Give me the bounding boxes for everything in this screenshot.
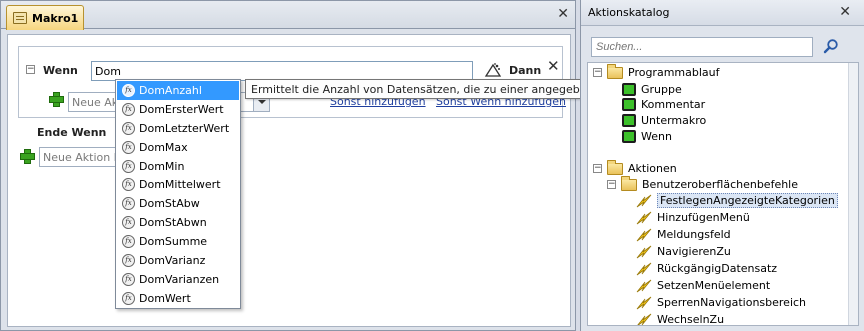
- autocomplete-list[interactable]: fx DomAnzahl fx DomErsterWert fx DomLetzter…: [115, 79, 241, 309]
- autocomplete-item[interactable]: fx DomWert: [117, 289, 239, 308]
- condition-input[interactable]: [91, 61, 473, 81]
- tree-item[interactable]: WechselnZu: [636, 311, 724, 325]
- autocomplete-item[interactable]: fx DomAnzahl: [117, 81, 239, 100]
- function-icon: fx: [122, 253, 135, 267]
- folder-icon: [607, 159, 623, 175]
- function-icon: fx: [122, 235, 135, 249]
- comment-icon: [622, 98, 636, 111]
- tree-item[interactable]: Kommentar: [622, 96, 705, 113]
- autocomplete-item[interactable]: fx DomMax: [117, 138, 239, 157]
- folder-icon: [607, 63, 623, 79]
- end-if-label: Ende Wenn: [37, 126, 107, 139]
- autocomplete-item[interactable]: fx DomErsterWert: [117, 100, 239, 119]
- macro-block-icon: [622, 83, 636, 96]
- action-icon: [636, 211, 652, 224]
- collapse-icon[interactable]: −: [593, 68, 602, 77]
- collapse-icon[interactable]: −: [593, 164, 602, 173]
- autocomplete-item[interactable]: fx DomMittelwert: [117, 175, 239, 194]
- function-icon: fx: [122, 197, 135, 211]
- function-icon: fx: [122, 272, 135, 286]
- search-icon[interactable]: [823, 38, 839, 54]
- action-icon: [636, 228, 652, 241]
- macro-icon: [13, 12, 27, 24]
- tree-item[interactable]: Wenn: [622, 128, 672, 145]
- macro-canvas: − Wenn Dann ✕ Neue Aktion hinzufügen Son…: [7, 34, 571, 327]
- function-icon: fx: [122, 178, 135, 192]
- action-icon: [636, 279, 652, 292]
- submacro-icon: [622, 114, 636, 127]
- action-icon: [636, 313, 652, 325]
- tree-label: Programmablauf: [628, 66, 720, 79]
- tree-item[interactable]: FestlegenAngezeigteKategorien: [636, 192, 838, 209]
- function-icon: fx: [122, 291, 135, 305]
- tree-group-programmablauf[interactable]: − Programmablauf: [593, 63, 720, 81]
- collapse-icon[interactable]: −: [26, 65, 35, 74]
- tree-item[interactable]: NavigierenZu: [636, 243, 731, 260]
- expression-builder-icon[interactable]: [484, 62, 502, 78]
- autocomplete-item[interactable]: fx DomVarianzen: [117, 270, 239, 289]
- action-icon: [636, 245, 652, 258]
- close-icon[interactable]: ✕: [557, 7, 569, 21]
- catalog-header: Aktionskatalog ✕: [581, 0, 864, 26]
- tree-item[interactable]: RückgängigDatensatz: [636, 260, 777, 277]
- add-action-icon[interactable]: [20, 149, 35, 164]
- action-icon: [636, 194, 652, 207]
- action-icon: [636, 262, 652, 275]
- tree-item[interactable]: Meldungsfeld: [636, 226, 731, 243]
- autocomplete-item[interactable]: fx DomSumme: [117, 232, 239, 251]
- autocomplete-item[interactable]: fx DomStAbwn: [117, 213, 239, 232]
- tab-makro1[interactable]: Makro1: [6, 5, 84, 30]
- add-action-icon[interactable]: [49, 92, 64, 107]
- action-catalog-pane: Aktionskatalog ✕ − Programmablauf Gruppe…: [580, 0, 864, 331]
- function-icon: fx: [122, 159, 135, 173]
- tree-item[interactable]: Untermakro: [622, 112, 706, 129]
- tree-subgroup-ui-commands[interactable]: − Benutzeroberflächenbefehle: [607, 175, 798, 193]
- if-icon: [622, 130, 636, 143]
- tree-item[interactable]: SetzenMenüelement: [636, 277, 770, 294]
- macro-designer-window: Makro1 ✕ − Wenn Dann ✕ Neue Aktion hinzu…: [0, 0, 576, 331]
- document-tab-strip: Makro1 ✕: [1, 1, 575, 30]
- tree-scrollbar[interactable]: [848, 63, 858, 325]
- action-icon: [636, 296, 652, 309]
- function-icon: fx: [122, 121, 135, 135]
- catalog-title: Aktionskatalog: [588, 6, 670, 19]
- function-icon: fx: [122, 140, 135, 154]
- folder-icon: [621, 175, 637, 191]
- function-icon: fx: [122, 83, 135, 97]
- tree-item[interactable]: HinzufügenMenü: [636, 209, 750, 226]
- delete-icon[interactable]: ✕: [547, 59, 560, 74]
- tab-label: Makro1: [32, 11, 79, 25]
- autocomplete-item[interactable]: fx DomVarianz: [117, 251, 239, 270]
- autocomplete-item[interactable]: fx DomLetzterWert: [117, 119, 239, 138]
- tree-item[interactable]: SperrenNavigationsbereich: [636, 294, 806, 311]
- then-keyword: Dann: [509, 64, 542, 77]
- collapse-icon[interactable]: −: [607, 180, 616, 189]
- autocomplete-item[interactable]: fx DomStAbw: [117, 194, 239, 213]
- catalog-tree: − Programmablauf Gruppe Kommentar Unterm…: [587, 62, 859, 326]
- if-keyword: Wenn: [43, 64, 78, 77]
- close-icon[interactable]: ✕: [839, 5, 851, 19]
- catalog-search-input[interactable]: [591, 37, 813, 57]
- tree-group-aktionen[interactable]: − Aktionen: [593, 159, 677, 177]
- autocomplete-item[interactable]: fx DomMin: [117, 157, 239, 176]
- function-icon: fx: [122, 216, 135, 230]
- function-icon: fx: [122, 102, 135, 116]
